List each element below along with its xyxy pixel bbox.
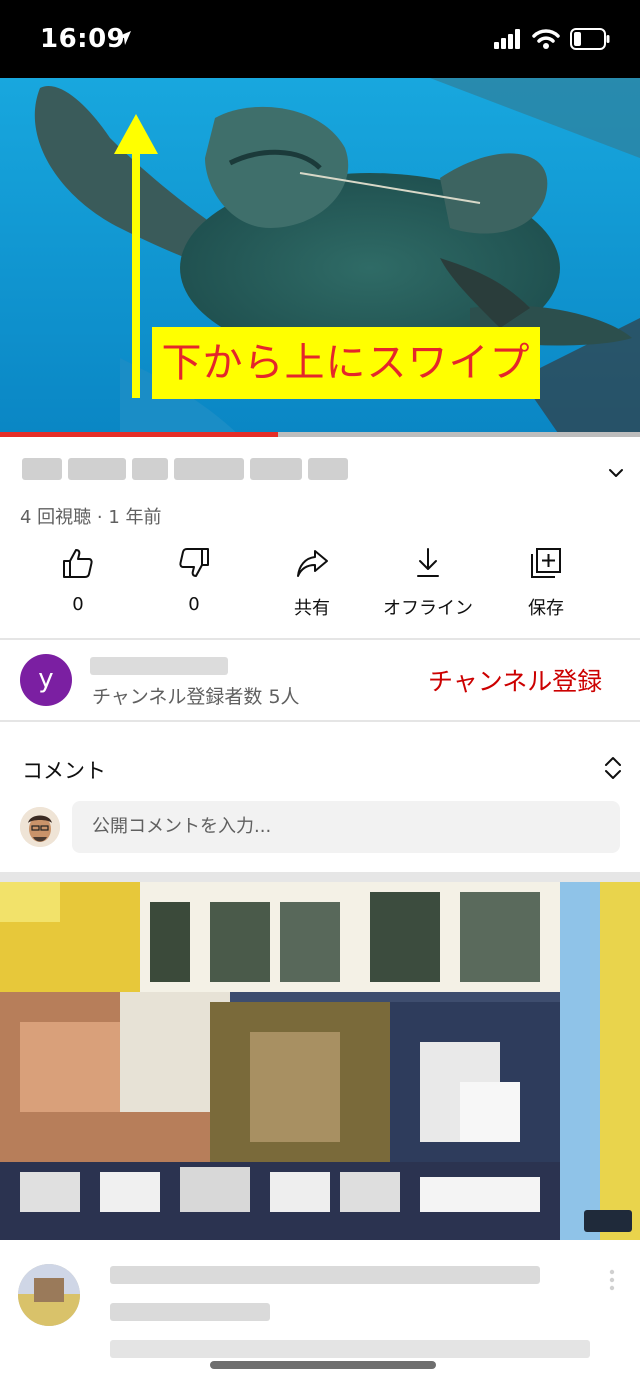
signal-icon	[494, 29, 520, 49]
save-button[interactable]: 保存	[488, 546, 604, 620]
next-video-channel-avatar[interactable]	[18, 1264, 80, 1326]
video-progress-bar[interactable]	[0, 432, 640, 437]
wifi-icon	[532, 29, 560, 49]
share-button[interactable]: 共有	[254, 546, 370, 620]
thumbnail-image-obscured	[0, 882, 640, 1240]
status-time: 16:09	[40, 24, 126, 54]
share-icon	[297, 550, 328, 577]
next-video-duration-obscured	[584, 1210, 632, 1232]
offline-download-button[interactable]: オフライン	[370, 546, 486, 620]
status-bar: 16:09	[0, 0, 640, 78]
comment-input[interactable]: 公開コメントを入力...	[72, 801, 620, 853]
location-arrow-icon	[117, 31, 131, 45]
battery-icon	[570, 28, 610, 50]
chevron-down-icon[interactable]	[606, 463, 626, 483]
home-indicator[interactable]	[210, 1361, 436, 1369]
subscriber-count: チャンネル登録者数 5人	[92, 686, 300, 708]
like-count: 0	[72, 594, 84, 615]
user-photo-icon	[20, 807, 60, 847]
action-row: 0 0 共有 オフライン 保存	[0, 546, 640, 622]
divider	[0, 720, 640, 722]
thumbs-down-icon	[179, 548, 209, 577]
user-avatar	[20, 807, 60, 847]
dislike-button[interactable]: 0	[136, 546, 252, 615]
video-title-obscured[interactable]	[22, 458, 366, 486]
video-player[interactable]: 下から上にスワイプ	[0, 78, 640, 436]
share-label: 共有	[294, 598, 330, 619]
section-separator	[0, 872, 640, 882]
like-button[interactable]: 0	[20, 546, 136, 615]
thumbs-up-icon	[63, 549, 93, 578]
next-video-thumbnail[interactable]	[0, 882, 640, 1240]
video-meta: 4 回視聴 · 1 年前	[20, 507, 162, 528]
next-video-meta-obscured	[110, 1340, 590, 1358]
next-video-title-obscured[interactable]	[110, 1266, 540, 1284]
status-indicators	[494, 28, 610, 50]
comments-title[interactable]: コメント	[22, 755, 106, 785]
save-label: 保存	[528, 598, 564, 619]
video-progress-fill	[0, 432, 278, 437]
more-options-icon[interactable]	[608, 1268, 616, 1292]
expand-collapse-icon[interactable]	[602, 754, 624, 782]
offline-label: オフライン	[383, 598, 473, 619]
next-video-channel-obscured	[110, 1303, 270, 1321]
channel-name-obscured[interactable]	[90, 657, 228, 675]
channel-avatar[interactable]: y	[20, 654, 72, 706]
channel-avatar-image-obscured	[18, 1264, 80, 1326]
subscribe-button[interactable]: チャンネル登録	[428, 662, 602, 698]
divider	[0, 638, 640, 640]
download-icon	[417, 548, 439, 577]
save-playlist-icon	[531, 548, 561, 578]
swipe-instruction-overlay: 下から上にスワイプ	[152, 327, 540, 399]
dislike-count: 0	[188, 594, 200, 615]
